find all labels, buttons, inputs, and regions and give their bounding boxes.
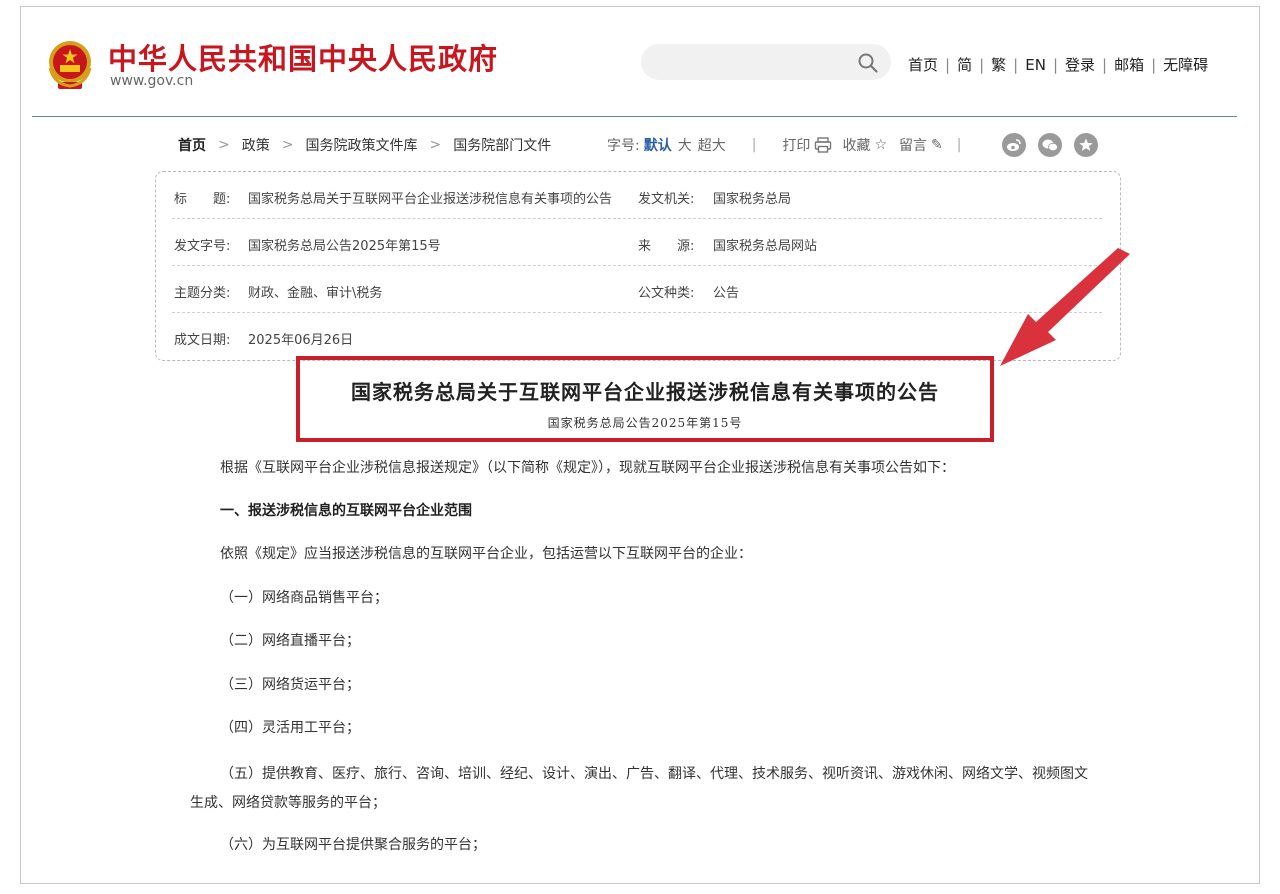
nav-login[interactable]: 登录 — [1065, 54, 1095, 75]
favorite-button[interactable]: 收藏 — [842, 135, 870, 155]
nav-separator: | — [979, 55, 985, 74]
font-size-label: 字号: — [607, 138, 640, 154]
paragraph-section-intro: 依照《规定》应当报送涉税信息的互联网平台企业，包括运营以下互联网平台的企业： — [220, 546, 752, 562]
breadcrumb-policy[interactable]: 政策 — [242, 135, 270, 155]
print-button[interactable]: 打印 — [782, 135, 810, 155]
meta-type-label: 公文种类: — [638, 286, 695, 301]
nav-separator: | — [1052, 55, 1058, 74]
list-item: （二）网络直播平台； — [220, 633, 360, 649]
national-emblem-icon[interactable] — [44, 38, 96, 92]
meta-docno-value: 国家税务总局公告2025年第15号 — [248, 239, 441, 254]
meta-issuer-value: 国家税务总局 — [713, 192, 792, 207]
font-default-button[interactable]: 默认 — [644, 135, 672, 155]
meta-source-label: 来 源: — [638, 239, 695, 254]
nav-mailbox[interactable]: 邮箱 — [1114, 54, 1144, 75]
list-item: （四）灵活用工平台； — [220, 720, 360, 736]
nav-separator: | — [1151, 55, 1157, 74]
meta-row-date: 成文日期: 2025年06月26日 — [172, 313, 1102, 360]
top-nav: 首页 | 简 | 繁 | EN | 登录 | 邮箱 | 无障碍 — [908, 54, 1208, 75]
meta-date-label: 成文日期: — [174, 333, 231, 348]
nav-accessibility[interactable]: 无障碍 — [1163, 54, 1208, 75]
list-item: （一）网络商品销售平台； — [220, 590, 388, 606]
meta-title-label: 标 题: — [174, 192, 231, 207]
breadcrumb-home[interactable]: 首页 — [178, 135, 206, 155]
red-arrow-icon — [1000, 248, 1130, 366]
search-input[interactable] — [641, 44, 891, 80]
header-divider — [32, 116, 1237, 117]
toolbar-separator: | — [956, 137, 962, 153]
meta-topic-label: 主题分类: — [174, 286, 231, 301]
chevron-right-icon: > — [218, 137, 230, 153]
site-title[interactable]: 中华人民共和国中央人民政府 — [108, 36, 498, 78]
meta-topic-value: 财政、金融、审计\税务 — [248, 286, 383, 301]
site-url: www.gov.cn — [110, 73, 194, 89]
breadcrumb: 首页 > 政策 > 国务院政策文件库 > 国务院部门文件 — [178, 135, 551, 155]
weibo-share-icon[interactable] — [1002, 133, 1026, 157]
meta-source-value: 国家税务总局网站 — [713, 239, 818, 254]
wechat-share-icon[interactable] — [1038, 133, 1062, 157]
meta-type-value: 公告 — [713, 286, 740, 301]
meta-date-value: 2025年06月26日 — [248, 333, 354, 348]
breadcrumb-department-docs[interactable]: 国务院部门文件 — [453, 135, 551, 155]
pencil-icon[interactable]: ✎ — [931, 137, 943, 153]
list-item: （六）为互联网平台提供聚合服务的平台； — [220, 837, 486, 853]
nav-separator: | — [945, 55, 951, 74]
search-icon[interactable] — [857, 52, 879, 74]
section-heading: 一、报送涉税信息的互联网平台企业范围 — [220, 503, 472, 519]
nav-separator: | — [1013, 55, 1019, 74]
font-large-button[interactable]: 大 — [678, 135, 692, 155]
comment-button[interactable]: 留言 — [899, 135, 927, 155]
meta-title-value: 国家税务总局关于互联网平台企业报送涉税信息有关事项的公告 — [248, 192, 613, 207]
chevron-right-icon: > — [429, 137, 442, 153]
nav-english[interactable]: EN — [1025, 56, 1046, 74]
meta-row-title: 标 题: 国家税务总局关于互联网平台企业报送涉税信息有关事项的公告 发文机关: … — [172, 172, 1102, 219]
document-subtitle: 国家税务总局公告2025年第15号 — [547, 416, 743, 430]
document-title: 国家税务总局关于互联网平台企业报送涉税信息有关事项的公告 — [351, 380, 939, 404]
favorite-share-icon[interactable] — [1074, 133, 1098, 157]
meta-issuer-label: 发文机关: — [638, 192, 695, 207]
breadcrumb-policy-library[interactable]: 国务院政策文件库 — [305, 135, 417, 155]
nav-traditional[interactable]: 繁 — [991, 54, 1006, 75]
nav-simplified[interactable]: 简 — [957, 54, 972, 75]
chevron-right-icon: > — [281, 137, 294, 153]
list-item: （五）提供教育、医疗、旅行、咨询、培训、经纪、设计、演出、广告、翻译、代理、技术… — [190, 766, 1088, 811]
star-icon[interactable]: ☆ — [874, 137, 887, 153]
font-xlarge-button[interactable]: 超大 — [698, 135, 726, 155]
meta-row-docno: 发文字号: 国家税务总局公告2025年第15号 来 源: 国家税务总局网站 — [172, 219, 1102, 266]
meta-row-topic: 主题分类: 财政、金融、审计\税务 公文种类: 公告 — [172, 266, 1102, 313]
list-item: （三）网络货运平台； — [220, 677, 360, 693]
paragraph-intro: 根据《互联网平台企业涉税信息报送规定》（以下简称《规定》），现就互联网平台企业报… — [220, 460, 955, 476]
nav-home[interactable]: 首页 — [908, 54, 938, 75]
article-toolbar: 字号: 默认 大 超大 | 打印 收藏 ☆ 留言 ✎ | — [607, 135, 975, 155]
document-metadata-panel: 标 题: 国家税务总局关于互联网平台企业报送涉税信息有关事项的公告 发文机关: … — [155, 171, 1121, 361]
printer-icon[interactable] — [814, 137, 832, 153]
nav-separator: | — [1102, 55, 1108, 74]
toolbar-separator: | — [751, 137, 757, 153]
meta-docno-label: 发文字号: — [174, 239, 231, 254]
